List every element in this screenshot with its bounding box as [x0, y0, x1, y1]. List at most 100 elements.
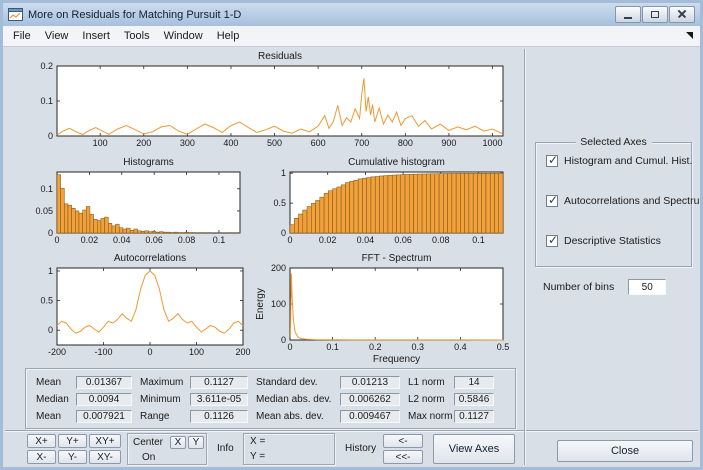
menu-insert[interactable]: Insert [75, 28, 117, 44]
svg-text:0.2: 0.2 [40, 61, 53, 71]
checkbox-icon[interactable] [546, 233, 558, 247]
stat-label: Mean abs. dev. [256, 410, 324, 422]
svg-text:0.4: 0.4 [454, 342, 467, 352]
number-of-bins-row: Number of bins 50 [543, 279, 667, 295]
fft-spectrum-plot[interactable]: 0 0.1 0.2 0.3 0.4 0.5 0 100 200 FFT - Spectrum Fre… [253, 248, 516, 364]
svg-text:0.02: 0.02 [81, 235, 99, 245]
checkbox-icon[interactable] [546, 153, 558, 167]
stat-label: Maximum [140, 376, 184, 388]
svg-text:Cumulative histogram: Cumulative histogram [348, 157, 445, 168]
svg-text:1: 1 [48, 266, 53, 276]
stat-value: 0.1127 [190, 375, 248, 389]
stat-label: L2 norm [408, 393, 445, 405]
svg-text:0.04: 0.04 [357, 235, 375, 245]
svg-text:100: 100 [271, 299, 286, 309]
stat-value: 0.009467 [340, 409, 400, 423]
svg-text:800: 800 [398, 138, 413, 148]
close-window-button[interactable] [669, 6, 695, 23]
history-label: History [345, 443, 377, 454]
maximize-button[interactable] [642, 6, 668, 23]
menu-window[interactable]: Window [157, 28, 210, 44]
history-back-button[interactable]: <- [383, 434, 423, 448]
zoom-xy-plus-button[interactable]: XY+ [89, 434, 121, 448]
menu-view[interactable]: View [38, 28, 76, 44]
stat-label: Mean [36, 410, 62, 422]
stat-value: 0.1127 [454, 409, 494, 423]
stat-label: Median [36, 393, 69, 405]
svg-text:1000: 1000 [483, 138, 503, 148]
svg-text:0.06: 0.06 [145, 235, 163, 245]
autocorrelations-plot[interactable]: -200 -100 0 100 200 0 0.5 1 Autocorrelations [20, 248, 256, 364]
svg-text:0: 0 [48, 228, 53, 238]
svg-text:-100: -100 [94, 347, 112, 357]
svg-text:0: 0 [281, 228, 286, 238]
svg-text:0.04: 0.04 [113, 235, 131, 245]
svg-text:200: 200 [136, 138, 151, 148]
svg-text:600: 600 [311, 138, 326, 148]
app-window: More on Residuals for Matching Pursuit 1… [0, 0, 703, 470]
svg-text:400: 400 [223, 138, 238, 148]
svg-text:Energy: Energy [255, 288, 266, 320]
center-x-button[interactable]: X [170, 436, 186, 449]
stats-row: Median 0.0094 Minimum 3.611e-05 Median a… [36, 392, 494, 406]
selected-axes-title: Selected Axes [575, 136, 652, 148]
checkbox-autocorr-spectrum[interactable]: Autocorrelations and Spectrum [546, 193, 700, 207]
svg-text:0.02: 0.02 [319, 235, 337, 245]
cumulative-histogram-plot[interactable]: 0 0.02 0.04 0.06 0.08 0.1 0 0.5 1 Cumulative hist… [253, 152, 516, 247]
histogram-plot[interactable]: 0 0.02 0.04 0.06 0.08 0.1 0 0.05 0.1 Histograms [20, 152, 253, 247]
number-of-bins-input[interactable]: 50 [628, 279, 667, 295]
stat-label: Median abs. dev. [256, 393, 332, 405]
svg-text:Residuals: Residuals [258, 51, 302, 62]
svg-text:0.1: 0.1 [472, 235, 485, 245]
svg-text:0.1: 0.1 [40, 96, 53, 106]
svg-text:0: 0 [147, 347, 152, 357]
menu-help[interactable]: Help [210, 28, 247, 44]
svg-text:0.2: 0.2 [369, 342, 382, 352]
dock-arrow-icon[interactable] [686, 32, 693, 39]
zoom-x-plus-button[interactable]: X+ [27, 434, 56, 448]
svg-text:Frequency: Frequency [373, 354, 420, 364]
menu-tools[interactable]: Tools [117, 28, 157, 44]
zoom-y-plus-button[interactable]: Y+ [58, 434, 87, 448]
svg-text:100: 100 [189, 347, 204, 357]
svg-text:0.1: 0.1 [40, 184, 53, 194]
zoom-xy-minus-button[interactable]: XY- [89, 450, 121, 464]
client-area: 100 200 300 400 500 600 700 800 900 1000 0 0.1 0.2 Re… [3, 47, 700, 467]
titlebar[interactable]: More on Residuals for Matching Pursuit 1… [3, 3, 700, 26]
zoom-x-minus-button[interactable]: X- [27, 450, 56, 464]
minimize-button[interactable] [615, 6, 641, 23]
info-y-label: Y = [250, 451, 266, 462]
center-y-button[interactable]: Y [188, 436, 204, 449]
view-axes-button[interactable]: View Axes [433, 434, 515, 464]
horizontal-divider [5, 430, 698, 431]
checkbox-icon[interactable] [546, 193, 558, 207]
svg-text:Histograms: Histograms [123, 157, 174, 168]
svg-text:0.3: 0.3 [412, 342, 425, 352]
residuals-plot[interactable]: 100 200 300 400 500 600 700 800 900 1000 0 0.1 0.2 Re… [20, 47, 516, 153]
svg-text:Autocorrelations: Autocorrelations [114, 253, 186, 264]
close-button[interactable]: Close [557, 440, 693, 462]
stat-value: 0.01213 [340, 375, 400, 389]
checkbox-label: Histogram and Cumul. Hist. [564, 155, 693, 167]
info-group: X = Y = [243, 433, 335, 465]
stat-value: 0.007921 [76, 409, 132, 423]
checkbox-descriptive-stats[interactable]: Descriptive Statistics [546, 233, 661, 247]
info-label: Info [217, 443, 234, 454]
history-back-all-button[interactable]: <<- [383, 450, 423, 464]
menu-file[interactable]: File [6, 28, 38, 44]
svg-text:0: 0 [48, 131, 53, 141]
svg-text:FFT - Spectrum: FFT - Spectrum [362, 253, 432, 264]
center-label: Center [133, 437, 164, 448]
stat-value: 0.1126 [190, 409, 248, 423]
svg-text:500: 500 [267, 138, 282, 148]
svg-text:0.08: 0.08 [178, 235, 196, 245]
svg-text:300: 300 [180, 138, 195, 148]
zoom-y-minus-button[interactable]: Y- [58, 450, 87, 464]
stats-row: Mean 0.007921 Range 0.1126 Mean abs. dev… [36, 409, 494, 423]
stat-label: Standard dev. [256, 376, 318, 388]
window-icon [8, 8, 23, 21]
svg-text:-200: -200 [48, 347, 66, 357]
checkbox-histogram-cumul[interactable]: Histogram and Cumul. Hist. [546, 153, 693, 167]
svg-text:200: 200 [235, 347, 250, 357]
svg-text:0.1: 0.1 [213, 235, 226, 245]
